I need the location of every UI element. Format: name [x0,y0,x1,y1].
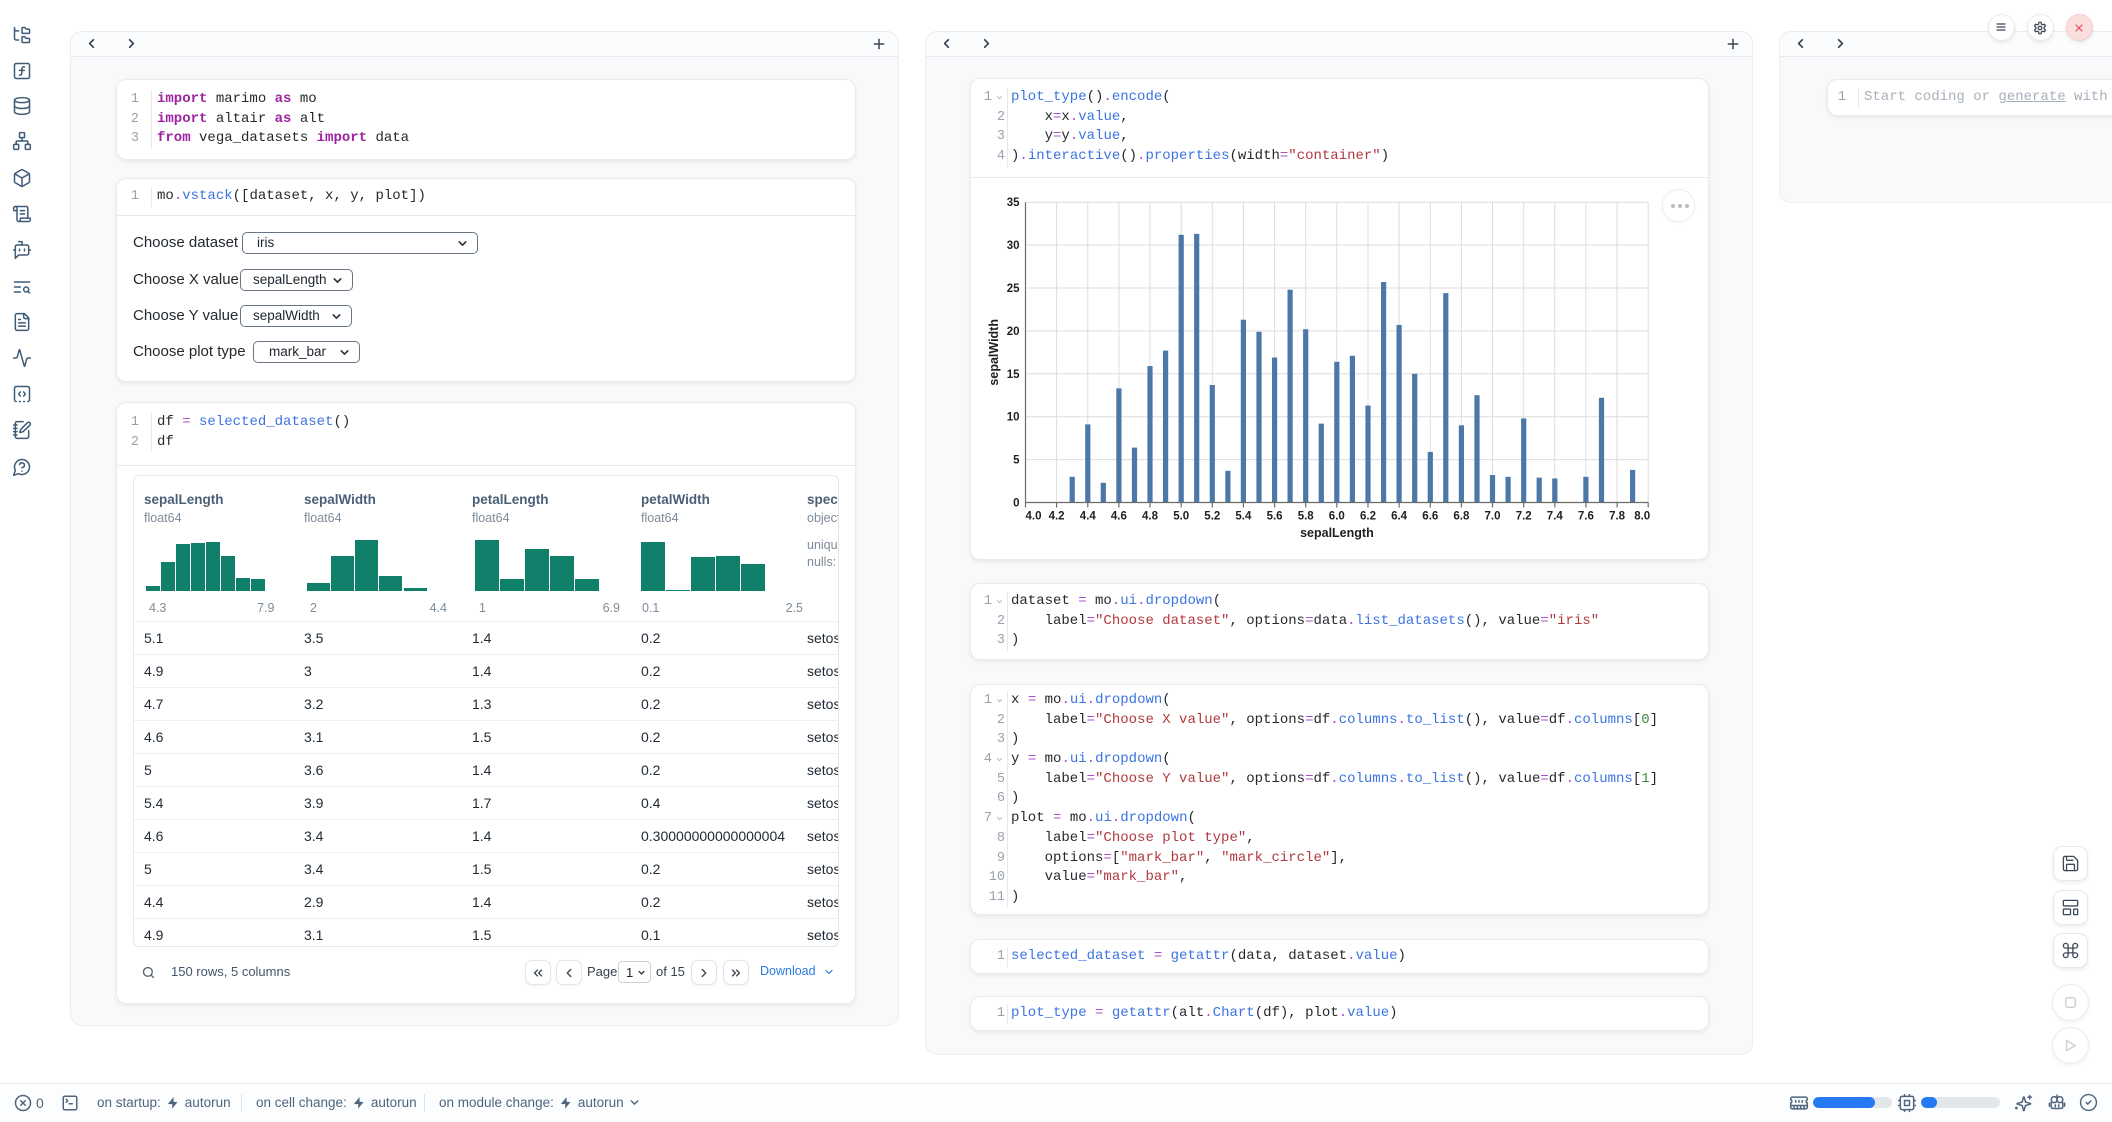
svg-text:25: 25 [1007,283,1020,295]
svg-text:7.2: 7.2 [1516,511,1532,523]
svg-text:sepalWidth: sepalWidth [987,319,1001,386]
svg-text:5.4: 5.4 [1235,511,1252,523]
svg-text:6.8: 6.8 [1453,511,1470,523]
svg-text:30: 30 [1007,240,1020,252]
svg-text:7.4: 7.4 [1547,511,1564,523]
svg-text:5.8: 5.8 [1298,511,1315,523]
svg-text:4.8: 4.8 [1142,511,1159,523]
svg-text:6.6: 6.6 [1422,511,1438,523]
svg-text:5.6: 5.6 [1267,511,1283,523]
svg-text:15: 15 [1007,369,1020,381]
svg-text:7.6: 7.6 [1578,511,1594,523]
svg-text:0: 0 [1013,498,1019,510]
svg-text:10: 10 [1007,412,1020,424]
svg-text:5: 5 [1013,455,1020,467]
svg-text:6.4: 6.4 [1391,511,1408,523]
svg-text:4.6: 4.6 [1111,511,1127,523]
svg-text:4.0: 4.0 [1026,511,1042,523]
svg-text:4.4: 4.4 [1080,511,1097,523]
svg-text:7.8: 7.8 [1609,511,1626,523]
svg-text:sepalLength: sepalLength [1300,526,1374,540]
svg-text:7.0: 7.0 [1485,511,1501,523]
svg-text:35: 35 [1007,197,1020,209]
svg-text:6.0: 6.0 [1329,511,1345,523]
svg-text:5.0: 5.0 [1173,511,1189,523]
svg-text:8.0: 8.0 [1634,511,1650,523]
svg-text:20: 20 [1007,326,1020,338]
svg-text:4.2: 4.2 [1049,511,1065,523]
svg-text:5.2: 5.2 [1204,511,1220,523]
svg-text:6.2: 6.2 [1360,511,1376,523]
